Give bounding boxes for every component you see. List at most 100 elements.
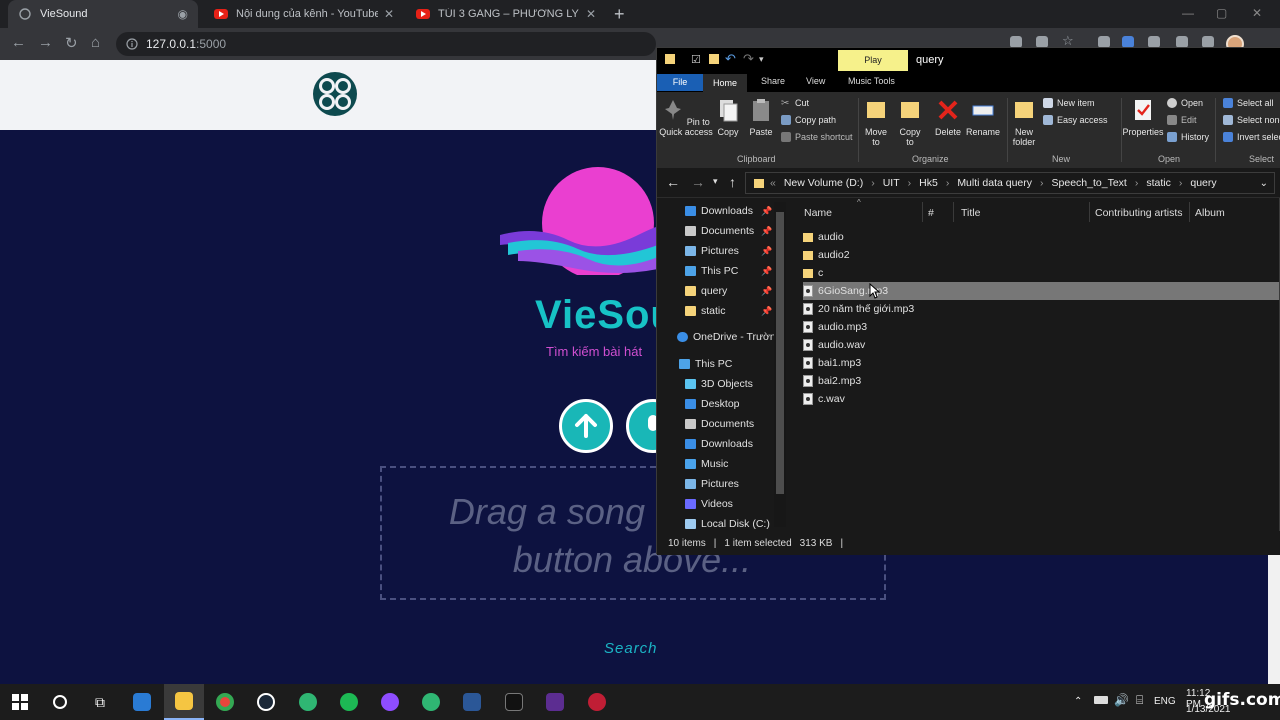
open-button[interactable]: Open — [1167, 98, 1203, 108]
file-row[interactable]: audio.mp3 — [803, 318, 1279, 336]
column-title[interactable]: Title — [961, 207, 980, 219]
taskbar-visual-studio[interactable] — [535, 684, 575, 720]
file-row-selected[interactable]: 6GioSang.mp3 — [803, 282, 1279, 300]
nav-item-static[interactable]: static — [657, 301, 775, 321]
delete-button[interactable]: Delete — [933, 98, 963, 137]
tab-youtube-studio[interactable]: Nội dung của kênh - YouTube Studio ✕ — [204, 0, 404, 28]
column-number[interactable]: # — [928, 207, 934, 219]
taskbar-file-explorer[interactable] — [164, 684, 204, 720]
nav-item-pictures[interactable]: Pictures — [657, 241, 775, 261]
breadcrumb-item[interactable]: Speech_to_Text — [1052, 177, 1127, 189]
up-icon[interactable]: ↑ — [729, 174, 736, 190]
start-button[interactable] — [0, 684, 40, 720]
nav-item-downloads[interactable]: Downloads — [657, 201, 775, 221]
taskbar-steam[interactable] — [246, 684, 286, 720]
nav-item-music[interactable]: Music — [657, 454, 775, 474]
forward-icon[interactable]: → — [691, 174, 705, 190]
column-artists[interactable]: Contributing artists — [1095, 207, 1183, 219]
undo-icon[interactable]: ↶ — [725, 51, 736, 67]
nav-item-this-pc[interactable]: This PC — [657, 354, 775, 374]
paste-button[interactable]: Paste — [747, 98, 775, 137]
new-item-button[interactable]: New item — [1043, 98, 1095, 108]
file-row[interactable]: bai2.mp3 — [803, 372, 1279, 390]
taskbar-messenger[interactable] — [370, 684, 410, 720]
nav-item-desktop[interactable]: Desktop — [657, 394, 775, 414]
easy-access-button[interactable]: Easy access — [1043, 115, 1108, 125]
properties-icon[interactable]: ☑ — [691, 53, 701, 66]
back-icon[interactable]: ← — [666, 174, 680, 190]
chevron-up-icon[interactable]: ⌃ — [1074, 696, 1082, 707]
network-icon[interactable]: ⌸ — [1136, 693, 1143, 708]
move-to-button[interactable]: Move to — [863, 98, 889, 147]
column-name[interactable]: Name — [804, 207, 832, 219]
breadcrumb-item[interactable]: Multi data query — [957, 177, 1032, 189]
file-row[interactable]: audio — [803, 228, 1279, 246]
volume-icon[interactable]: 🔊 — [1114, 693, 1129, 707]
close-icon[interactable]: ✕ — [384, 7, 394, 21]
nav-item-documents[interactable]: Documents — [657, 221, 775, 241]
play-contextual-tab[interactable]: Play — [838, 50, 908, 71]
redo-icon[interactable]: ↷ — [743, 51, 754, 67]
task-view-button[interactable]: ⧉ — [80, 684, 120, 720]
new-tab-button[interactable]: + — [614, 4, 625, 25]
file-row[interactable]: bai1.mp3 — [803, 354, 1279, 372]
recent-locations-icon[interactable]: ▾ — [713, 176, 718, 187]
search-button[interactable] — [40, 684, 80, 720]
star-icon[interactable]: ☆ — [1062, 33, 1074, 48]
paste-shortcut-button[interactable]: Paste shortcut — [781, 132, 853, 142]
nav-item-this-pc[interactable]: This PC — [657, 261, 775, 281]
breadcrumb-item[interactable]: Hk5 — [919, 177, 938, 189]
maximize-icon[interactable]: ▢ — [1216, 6, 1227, 20]
close-window-icon[interactable]: ✕ — [1252, 6, 1262, 20]
copy-path-button[interactable]: Copy path — [781, 115, 836, 125]
brain-logo-icon[interactable] — [310, 69, 360, 119]
overflow-icon[interactable]: « — [770, 177, 776, 189]
edit-button[interactable]: Edit — [1167, 115, 1197, 125]
tab-file[interactable]: File — [657, 74, 703, 91]
breadcrumb-item[interactable]: query — [1190, 177, 1216, 189]
taskbar-word[interactable] — [452, 684, 492, 720]
tab-music-tools[interactable]: Music Tools — [848, 76, 895, 86]
breadcrumb-item[interactable]: static — [1146, 177, 1171, 189]
taskbar-chrome[interactable] — [205, 684, 245, 720]
nav-item-videos[interactable]: Videos — [657, 494, 775, 514]
file-row[interactable]: c — [803, 264, 1279, 282]
breadcrumb-item[interactable]: New Volume (D:) — [784, 177, 863, 189]
file-row[interactable]: c.wav — [803, 390, 1279, 408]
customize-icon[interactable]: ▾ — [759, 54, 764, 65]
explorer-address-bar[interactable]: « New Volume (D:) › UIT › Hk5 › Multi data … — [745, 172, 1275, 194]
address-bar[interactable]: 127.0.0.1:5000 — [116, 32, 656, 56]
scrollbar-thumb[interactable] — [776, 212, 784, 494]
copy-button[interactable]: Copy — [715, 98, 741, 137]
nav-item-query[interactable]: query — [657, 281, 775, 301]
new-folder-button[interactable]: New folder — [1011, 98, 1037, 147]
back-icon[interactable]: ← — [11, 34, 26, 51]
cut-button[interactable]: ✂ Cut — [781, 98, 809, 109]
properties-button[interactable]: Properties — [1121, 98, 1165, 137]
taskbar-recorder[interactable] — [577, 684, 617, 720]
tab-view[interactable]: View — [806, 76, 825, 86]
search-button[interactable]: Search — [604, 640, 658, 657]
history-button[interactable]: History — [1167, 132, 1209, 142]
tab-youtube-song[interactable]: TÚI 3 GANG – PHƯƠNG LY x RHYDER ✕ — [406, 0, 606, 28]
rename-button[interactable]: Rename — [965, 98, 1001, 137]
invert-selection-button[interactable]: Invert selection — [1223, 132, 1280, 142]
home-icon[interactable]: ⌂ — [91, 34, 100, 51]
taskbar-app[interactable] — [411, 684, 451, 720]
taskbar-mail[interactable] — [122, 684, 162, 720]
chevron-down-icon[interactable]: ⌄ — [1260, 178, 1268, 189]
tab-share[interactable]: Share — [761, 76, 785, 86]
battery-icon[interactable] — [1094, 696, 1108, 704]
taskbar-terminal[interactable] — [494, 684, 534, 720]
nav-item-documents[interactable]: Documents — [657, 414, 775, 434]
nav-scrollbar[interactable] — [774, 202, 786, 527]
page-scrollbar[interactable] — [1268, 554, 1280, 684]
select-none-button[interactable]: Select none — [1223, 115, 1280, 125]
new-folder-icon[interactable] — [709, 54, 719, 64]
tab-viesound[interactable]: VieSound ◉ — [8, 0, 198, 28]
reload-icon[interactable]: ↻ — [65, 34, 78, 52]
minimize-icon[interactable]: — — [1182, 6, 1194, 20]
language-indicator[interactable]: ENG — [1154, 696, 1176, 707]
nav-item-onedrive[interactable]: OneDrive - Trường — [657, 327, 775, 347]
nav-item-3d-objects[interactable]: 3D Objects — [657, 374, 775, 394]
